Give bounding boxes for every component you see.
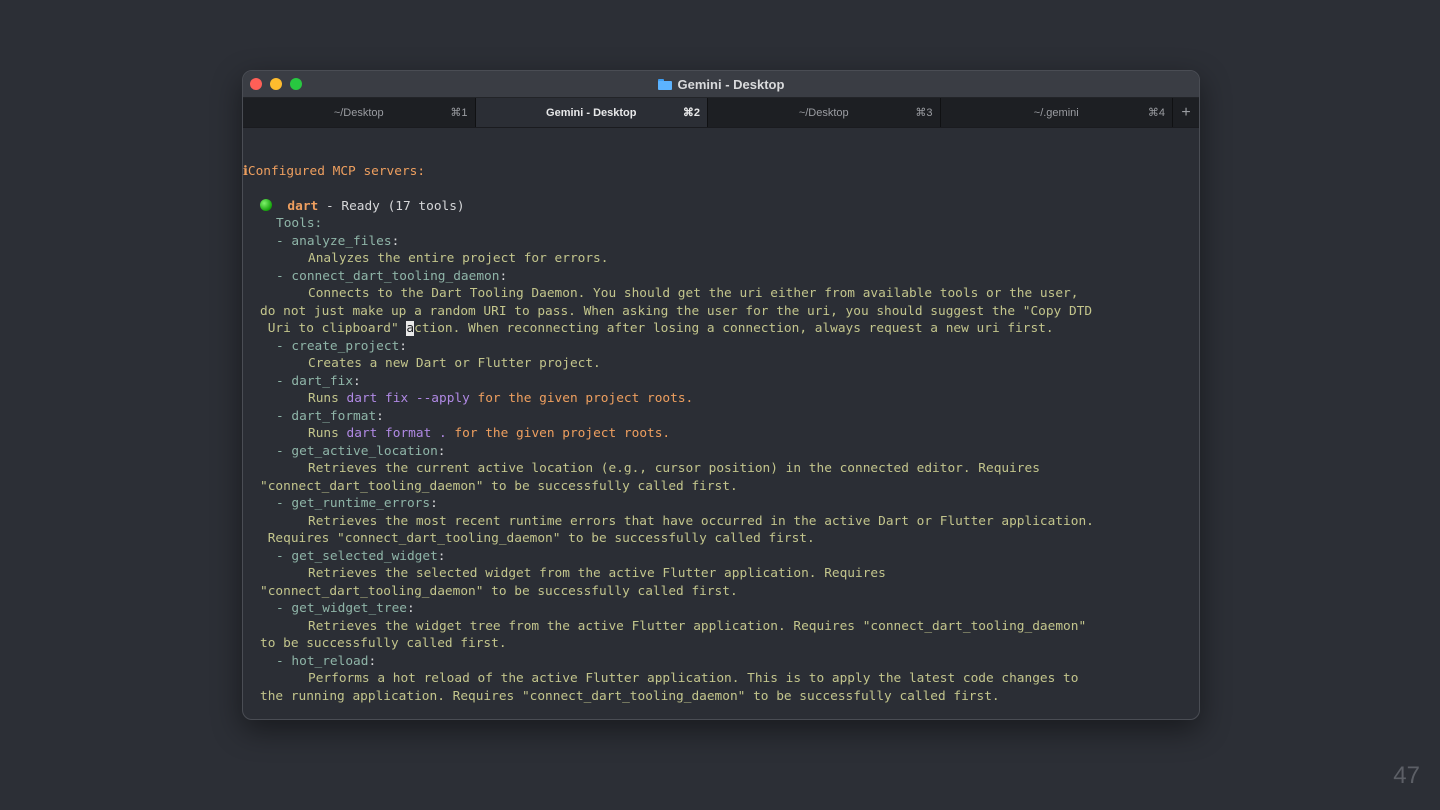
window-controls bbox=[250, 78, 302, 90]
tool-description: "connect_dart_tooling_daemon" to be succ… bbox=[260, 479, 738, 494]
server-line: dart - Ready (17 tools) bbox=[260, 198, 465, 216]
tab-bar: ~/Desktop ⌘1 Gemini - Desktop ⌘2 ~/Deskt… bbox=[243, 98, 1199, 128]
tool-hot-reload: - hot_reload: bbox=[276, 654, 377, 669]
tab-label: Gemini - Desktop bbox=[546, 106, 637, 119]
terminal-window: Gemini - Desktop ~/Desktop ⌘1 Gemini - D… bbox=[242, 70, 1200, 720]
new-tab-button[interactable]: + bbox=[1173, 98, 1199, 127]
tab-gemini-dir[interactable]: ~/.gemini ⌘4 bbox=[940, 98, 1173, 127]
tool-description: Retrieves the widget tree from the activ… bbox=[308, 619, 1087, 634]
tool-description: Runs dart format . for the given project… bbox=[308, 426, 671, 441]
tool-description: Retrieves the selected widget from the a… bbox=[308, 566, 886, 581]
tool-get-widget-tree: - get_widget_tree: bbox=[276, 601, 415, 616]
tool-description: to be successfully called first. bbox=[260, 636, 507, 651]
tool-get-runtime-errors: - get_runtime_errors: bbox=[276, 496, 438, 511]
terminal-output[interactable]: ℹConfigured MCP servers: dart - Ready (1… bbox=[243, 127, 1199, 719]
mcp-header-line: ℹConfigured MCP servers: bbox=[243, 163, 425, 181]
tab-label: ~/Desktop bbox=[798, 106, 849, 119]
tool-get-selected-widget: - get_selected_widget: bbox=[276, 549, 446, 564]
tool-description: Performs a hot reload of the active Flut… bbox=[308, 671, 1079, 686]
folder-icon bbox=[657, 78, 672, 90]
tool-description: Runs dart fix --apply for the given proj… bbox=[308, 391, 694, 406]
command-text: dart format . bbox=[346, 426, 447, 441]
tool-description: Retrieves the most recent runtime errors… bbox=[308, 514, 1094, 529]
mcp-header: Configured MCP servers: bbox=[247, 164, 426, 179]
tool-description: Creates a new Dart or Flutter project. bbox=[308, 356, 601, 371]
title-bar[interactable]: Gemini - Desktop bbox=[243, 71, 1199, 98]
tools-label: Tools: bbox=[276, 216, 323, 231]
tool-description: Connects to the Dart Tooling Daemon. You… bbox=[308, 286, 1079, 301]
tool-description: Requires "connect_dart_tooling_daemon" t… bbox=[260, 531, 815, 546]
minimize-button[interactable] bbox=[270, 78, 282, 90]
tool-analyze-files: - analyze_files: bbox=[276, 234, 400, 249]
tab-shortcut: ⌘1 bbox=[450, 107, 468, 119]
text-cursor: a bbox=[406, 321, 415, 336]
tool-description: Analyzes the entire project for errors. bbox=[308, 251, 609, 266]
tab-desktop-1[interactable]: ~/Desktop ⌘1 bbox=[243, 98, 476, 127]
command-text: dart fix --apply bbox=[346, 391, 470, 406]
tool-description: "connect_dart_tooling_daemon" to be succ… bbox=[260, 584, 738, 599]
tool-description: do not just make up a random URI to pass… bbox=[260, 304, 1093, 319]
tab-label: ~/Desktop bbox=[333, 106, 384, 119]
tool-description: the running application. Requires "conne… bbox=[260, 689, 1000, 704]
server-name: dart bbox=[287, 199, 319, 214]
tab-label: ~/.gemini bbox=[1033, 106, 1079, 119]
zoom-button[interactable] bbox=[290, 78, 302, 90]
tab-shortcut: ⌘3 bbox=[915, 107, 933, 119]
tab-gemini-desktop[interactable]: Gemini - Desktop ⌘2 bbox=[475, 98, 708, 127]
close-button[interactable] bbox=[250, 78, 262, 90]
window-title: Gemini - Desktop bbox=[657, 76, 785, 92]
tool-create-project: - create_project: bbox=[276, 339, 407, 354]
slide-page-number: 47 bbox=[1393, 762, 1420, 789]
tool-description: Retrieves the current active location (e… bbox=[308, 461, 1040, 476]
tab-desktop-3[interactable]: ~/Desktop ⌘3 bbox=[708, 98, 941, 127]
server-status: - Ready (17 tools) bbox=[318, 199, 465, 214]
tool-dart-fix: - dart_fix: bbox=[276, 374, 361, 389]
tool-get-active-location: - get_active_location: bbox=[276, 444, 446, 459]
window-title-text: Gemini - Desktop bbox=[677, 76, 785, 92]
tool-description: Uri to clipboard" action. When reconnect… bbox=[260, 321, 1054, 336]
tab-shortcut: ⌘4 bbox=[1147, 107, 1165, 119]
tool-connect-daemon: - connect_dart_tooling_daemon: bbox=[276, 269, 508, 284]
ready-status-icon bbox=[260, 199, 272, 211]
tab-shortcut: ⌘2 bbox=[682, 107, 700, 119]
tool-dart-format: - dart_format: bbox=[276, 409, 384, 424]
